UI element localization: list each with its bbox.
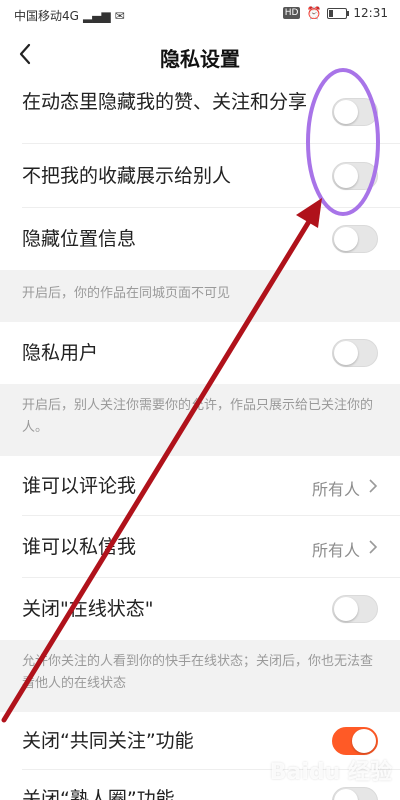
setting-hide-favorites: 不把我的收藏展示给别人 — [0, 144, 400, 208]
setting-private-user: 隐私用户 — [0, 322, 400, 384]
setting-label: 在动态里隐藏我的赞、关注和分享 — [22, 91, 308, 113]
setting-label: 关闭"在线状态" — [22, 598, 154, 620]
note-text: 允许你关注的人看到你的快手在线状态；关闭后，你也无法查看他人的在线状态 — [22, 654, 374, 691]
setting-hide-location: 隐藏位置信息 — [0, 208, 400, 270]
setting-hide-likes: 在动态里隐藏我的赞、关注和分享 — [0, 80, 400, 144]
setting-label: 不把我的收藏展示给别人 — [22, 165, 232, 187]
chevron-right-icon — [369, 540, 378, 554]
page-title: 隐私设置 — [160, 47, 240, 71]
chevron-right-icon — [369, 479, 378, 493]
setting-label: 关闭“熟人圈”功能 — [22, 788, 175, 800]
setting-label: 隐藏位置信息 — [22, 228, 137, 250]
setting-value: 所有人 — [311, 480, 360, 499]
private-user-toggle[interactable] — [332, 339, 378, 367]
close-online-toggle[interactable] — [332, 595, 378, 623]
wechat-icon: ✉ — [114, 8, 125, 23]
carrier-label: 中国移动4G — [14, 9, 79, 23]
status-right: HD ⏰ 12:31 — [282, 6, 388, 20]
setting-who-message[interactable]: 谁可以私信我 所有人 — [0, 516, 400, 578]
hide-location-toggle[interactable] — [332, 225, 378, 253]
signal-icon: ▂▄▆ — [82, 8, 111, 23]
setting-who-comment[interactable]: 谁可以评论我 所有人 — [0, 456, 400, 516]
note-text: 开启后，你的作品在同城页面不可见 — [22, 286, 231, 301]
nav-bar: 隐私设置 — [0, 30, 400, 80]
online-note: 允许你关注的人看到你的快手在线状态；关闭后，你也无法查看他人的在线状态 — [0, 640, 400, 712]
battery-icon — [327, 7, 350, 19]
note-text: 开启后，别人关注你需要你的允许，作品只展示给已关注你的人。 — [22, 398, 374, 435]
setting-label: 隐私用户 — [22, 342, 99, 364]
hide-favorites-toggle[interactable] — [332, 162, 378, 190]
status-bar: 中国移动4G ▂▄▆ ✉ HD ⏰ 12:31 — [0, 0, 400, 30]
setting-value: 所有人 — [311, 541, 360, 560]
setting-label: 谁可以评论我 — [22, 475, 137, 497]
setting-label: 关闭“共同关注”功能 — [22, 730, 194, 752]
clock-time: 12:31 — [353, 6, 388, 20]
hd-badge: HD — [282, 7, 301, 19]
setting-close-online: 关闭"在线状态" — [0, 578, 400, 640]
close-acquaintance-toggle[interactable] — [332, 787, 378, 800]
close-mutual-toggle[interactable] — [332, 727, 378, 755]
status-left: 中国移动4G ▂▄▆ ✉ — [14, 7, 125, 24]
hide-likes-toggle[interactable] — [332, 98, 378, 126]
location-note: 开启后，你的作品在同城页面不可见 — [0, 270, 400, 322]
setting-label: 谁可以私信我 — [22, 536, 137, 558]
watermark-logo: Baidu 经验 — [269, 760, 392, 785]
private-note: 开启后，别人关注你需要你的允许，作品只展示给已关注你的人。 — [0, 384, 400, 456]
alarm-icon: ⏰ — [306, 6, 322, 20]
